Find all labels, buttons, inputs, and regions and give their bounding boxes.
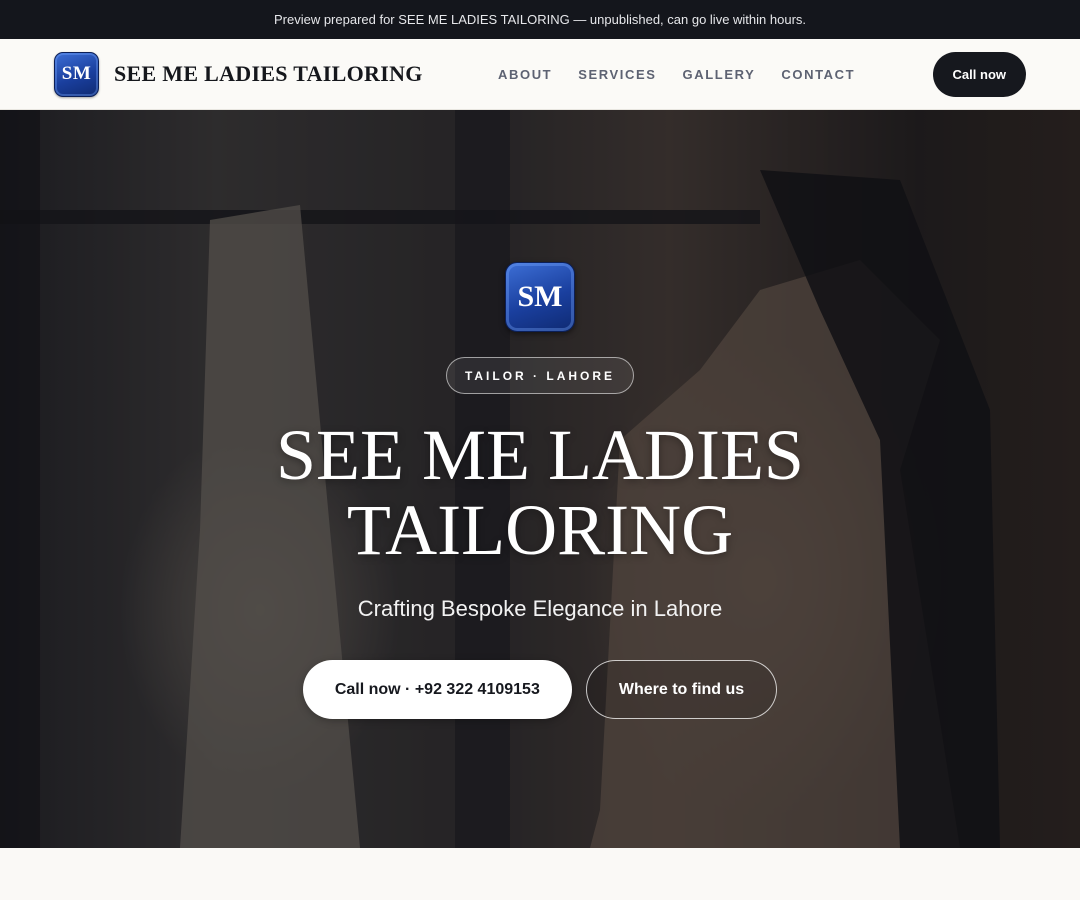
hero-subtitle: Crafting Bespoke Elegance in Lahore	[357, 596, 723, 621]
site-header: SM SEE ME LADIES TAILORING ABOUT SERVICE…	[0, 39, 1080, 110]
hero-section: SM TAILOR · LAHORE SEE ME LADIES TAILORI…	[0, 110, 1080, 848]
logo-icon: SM	[54, 51, 99, 97]
hero-actions: Call now · +92 322 4109153 Where to find…	[302, 660, 778, 719]
main-nav: ABOUT SERVICES GALLERY CONTACT	[498, 39, 881, 110]
preview-banner: Preview prepared for SEE ME LADIES TAILO…	[0, 0, 1080, 39]
hero-logo-icon: SM	[505, 262, 575, 332]
preview-banner-text: Preview prepared for SEE ME LADIES TAILO…	[273, 12, 807, 27]
hero-category-tag: TAILOR · LAHORE	[445, 357, 635, 394]
nav-gallery[interactable]: GALLERY	[683, 67, 756, 82]
nav-services[interactable]: SERVICES	[578, 67, 656, 82]
where-to-find-us-button[interactable]: Where to find us	[585, 660, 778, 719]
hero-title: SEE ME LADIES TAILORING	[276, 415, 804, 570]
below-hero-section	[0, 848, 1080, 900]
brand-home-link[interactable]: SM SEE ME LADIES TAILORING	[54, 51, 423, 97]
brand-name: SEE ME LADIES TAILORING	[114, 61, 423, 86]
nav-about[interactable]: ABOUT	[498, 67, 552, 82]
hero-content: SM TAILOR · LAHORE SEE ME LADIES TAILORI…	[0, 110, 1080, 848]
call-now-button[interactable]: Call now · +92 322 4109153	[302, 660, 572, 719]
header-call-button[interactable]: Call now	[932, 52, 1026, 97]
nav-contact[interactable]: CONTACT	[781, 67, 855, 82]
